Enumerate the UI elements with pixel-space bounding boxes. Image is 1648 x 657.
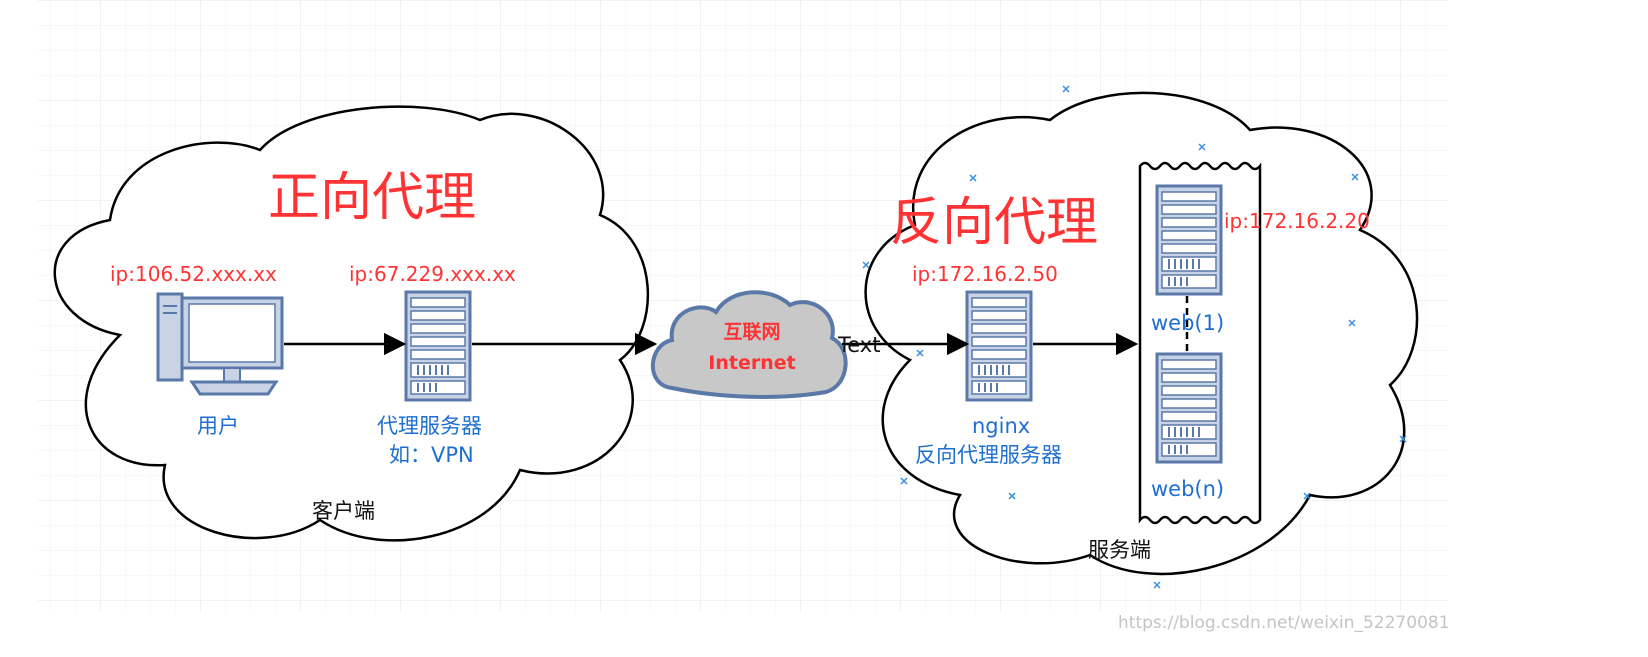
server-title: 反向代理 — [890, 193, 1098, 253]
edge-text-label: Text — [837, 333, 880, 357]
proxy-label-line2: 如：VPN — [389, 443, 474, 467]
web1-label: web(1) — [1151, 311, 1224, 335]
proxy-label-line1: 代理服务器 — [377, 414, 482, 438]
nginx-label-line2: 反向代理服务器 — [915, 443, 1062, 467]
web-ip: ip:172.16.2.20 — [1224, 209, 1370, 233]
webn-server-icon — [1155, 352, 1223, 464]
nginx-label-line1: nginx — [972, 414, 1030, 438]
proxy-diagram: 正向代理 ip:106.52.xxx.xx ip:67.229.xxx.xx 用… — [38, 0, 1450, 633]
user-ip: ip:106.52.xxx.xx — [110, 262, 277, 286]
server-cloud-label: 服务端 — [1088, 538, 1151, 562]
user-label: 用户 — [197, 414, 239, 438]
nginx-ip: ip:172.16.2.50 — [912, 262, 1058, 286]
nginx-server-icon — [965, 290, 1033, 402]
web1-server-icon — [1155, 184, 1223, 296]
webn-label: web(n) — [1151, 477, 1224, 501]
client-cloud-label: 客户端 — [312, 499, 375, 523]
diagram-canvas: 正向代理 ip:106.52.xxx.xx ip:67.229.xxx.xx 用… — [0, 0, 1648, 657]
proxy-server-icon — [404, 290, 472, 402]
proxy-ip: ip:67.229.xxx.xx — [349, 262, 516, 286]
watermark: https://blog.csdn.net/weixin_52270081 — [1118, 613, 1450, 633]
internet-label-cn: 互联网 — [723, 321, 780, 343]
client-title: 正向代理 — [268, 168, 476, 228]
internet-label-en: Internet — [708, 352, 795, 374]
